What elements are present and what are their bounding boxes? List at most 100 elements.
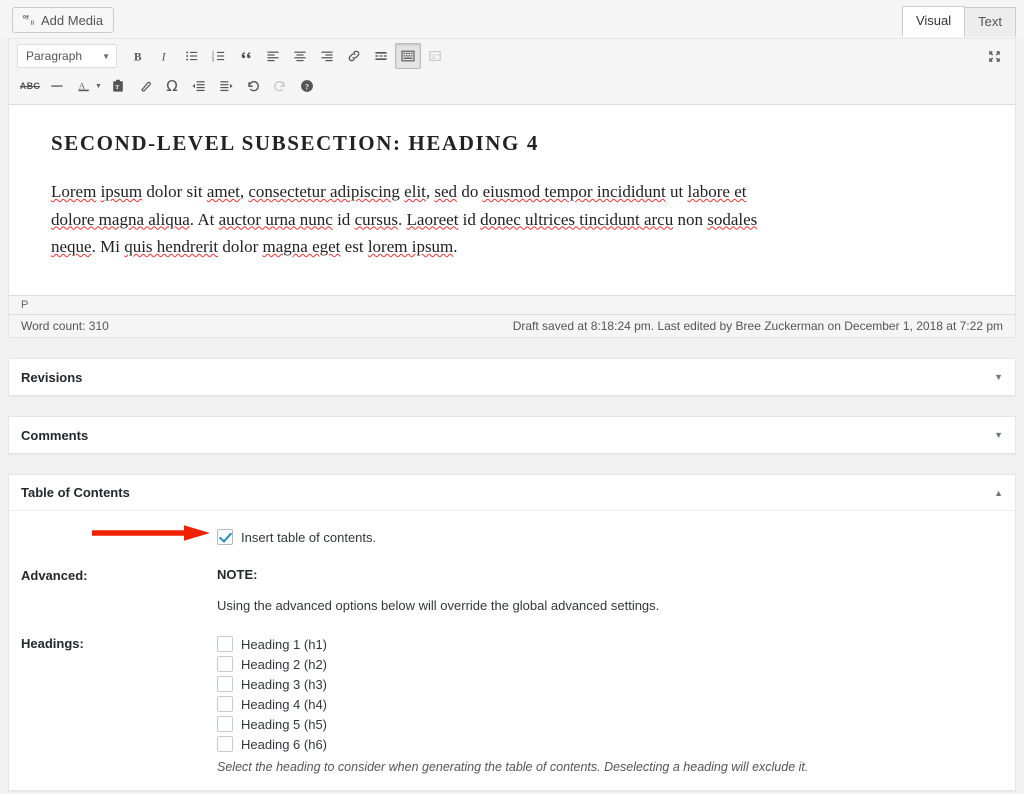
bold-button[interactable]: B <box>125 43 151 69</box>
paragraph-text: dolor sit <box>142 182 207 201</box>
spellcheck-word: elit <box>404 182 426 201</box>
editor-content-area[interactable]: SECOND-LEVEL SUBSECTION: HEADING 4 Lorem… <box>9 105 1015 295</box>
clear-formatting-button[interactable] <box>132 73 158 99</box>
chevron-down-icon[interactable]: ▼ <box>994 372 1003 382</box>
spellcheck-word: consectetur adipiscing <box>248 182 400 201</box>
spellcheck-word: amet <box>206 182 240 201</box>
panel-revisions: Revisions ▼ <box>8 358 1016 396</box>
svg-text:I: I <box>160 51 166 63</box>
panel-comments: Comments ▼ <box>8 416 1016 454</box>
horizontal-line-button[interactable] <box>44 73 70 99</box>
format-select-value: Paragraph <box>26 49 83 63</box>
redo-button[interactable] <box>267 73 293 99</box>
spellcheck-word: magna eget <box>262 237 341 257</box>
insert-toc-checkbox[interactable] <box>217 529 233 545</box>
word-count: Word count: 310 <box>21 319 109 333</box>
heading-checkbox-h1[interactable] <box>217 636 233 652</box>
heading-checkbox-label-h3[interactable]: Heading 3 (h3) <box>241 677 327 692</box>
spellcheck-word: quis hendrerit <box>124 237 219 257</box>
wordpress-post-editor: Add Media Visual Text Paragraph ▼ B I 1 … <box>0 0 1024 794</box>
paste-as-text-button[interactable]: T <box>105 73 131 99</box>
text-color-button[interactable]: A <box>71 73 97 99</box>
align-right-button[interactable] <box>314 43 340 69</box>
svg-text:3: 3 <box>212 58 215 63</box>
heading-checkbox-h2[interactable] <box>217 656 233 672</box>
spellcheck-word: Laoreet <box>406 209 459 229</box>
element-path-value: P <box>21 299 29 311</box>
paragraph-text: ut <box>665 182 688 201</box>
distraction-free-button[interactable] <box>981 43 1007 69</box>
save-status: Draft saved at 8:18:24 pm. Last edited b… <box>512 319 1003 333</box>
editor-mode-tabs: Visual Text <box>901 6 1016 37</box>
heading-option-row: Heading 1 (h1) <box>217 635 1003 653</box>
headings-checkbox-list: Heading 1 (h1) Heading 2 (h2) Heading 3 (h… <box>217 635 1003 753</box>
spellcheck-word: eiusmod tempor incididunt <box>482 182 666 201</box>
heading-checkbox-h6[interactable] <box>217 736 233 752</box>
toolbar-row-1: Paragraph ▼ B I 1 2 3 <box>13 41 1011 71</box>
numbered-list-button[interactable]: 1 2 3 <box>206 43 232 69</box>
undo-button[interactable] <box>240 73 266 99</box>
heading-checkbox-h4[interactable] <box>217 696 233 712</box>
spellcheck-word: lorem ipsum <box>367 237 454 257</box>
align-center-button[interactable] <box>287 43 313 69</box>
paragraph-text: id <box>458 209 481 229</box>
paragraph-text: do <box>457 182 483 201</box>
increase-indent-button[interactable] <box>213 73 239 99</box>
spellcheck-word: ipsum <box>100 182 143 201</box>
svg-text:A: A <box>79 80 86 90</box>
special-character-button[interactable]: Ω <box>159 73 185 99</box>
spellcheck-word: cursus <box>354 209 399 229</box>
chevron-up-icon[interactable]: ▲ <box>994 488 1003 498</box>
media-camera-icon <box>21 13 35 27</box>
decrease-indent-button[interactable] <box>186 73 212 99</box>
insert-toc-label[interactable]: Insert table of contents. <box>241 530 376 545</box>
read-more-button[interactable] <box>368 43 394 69</box>
heading-checkbox-label-h4[interactable]: Heading 4 (h4) <box>241 697 327 712</box>
spellcheck-word: auctor urna nunc <box>218 209 333 229</box>
insert-toc-checkbox-line: Insert table of contents. <box>217 529 1003 545</box>
paragraph-text: est <box>340 237 368 257</box>
keyboard-shortcuts-button[interactable]: ? <box>294 73 320 99</box>
editor-top-bar: Add Media Visual Text <box>0 0 1024 38</box>
heading-checkbox-label-h2[interactable]: Heading 2 (h2) <box>241 657 327 672</box>
panel-table-of-contents-header[interactable]: Table of Contents ▲ <box>9 475 1015 511</box>
panel-revisions-header[interactable]: Revisions ▼ <box>9 359 1015 395</box>
italic-button[interactable]: I <box>152 43 178 69</box>
page-break-button[interactable] <box>422 43 448 69</box>
format-select[interactable]: Paragraph ▼ <box>17 44 117 68</box>
headings-label: Headings: <box>21 636 84 651</box>
tab-text[interactable]: Text <box>964 7 1016 37</box>
heading-option-row: Heading 4 (h4) <box>217 695 1003 713</box>
heading-checkbox-label-h1[interactable]: Heading 1 (h1) <box>241 637 327 652</box>
paragraph-text: . <box>453 237 458 257</box>
document-paragraph: Lorem ipsum dolor sit amet, consectetur … <box>51 178 791 261</box>
align-left-button[interactable] <box>260 43 286 69</box>
field-row-insert-toc: Insert table of contents. <box>21 529 1003 545</box>
bulleted-list-button[interactable] <box>179 43 205 69</box>
svg-text:?: ? <box>305 82 309 91</box>
text-color-chevron-down-icon[interactable]: ▼ <box>95 83 102 90</box>
advanced-note-text: Using the advanced options below will ov… <box>217 598 660 613</box>
field-row-headings: Headings: Heading 1 (h1) Heading 2 (h2) He… <box>21 635 1003 774</box>
heading-checkbox-label-h6[interactable]: Heading 6 (h6) <box>241 737 327 752</box>
panel-revisions-title: Revisions <box>21 369 83 385</box>
add-media-button[interactable]: Add Media <box>12 7 115 33</box>
heading-checkbox-label-h5[interactable]: Heading 5 (h5) <box>241 717 327 732</box>
strikethrough-button[interactable]: ABC <box>17 73 43 99</box>
tab-visual[interactable]: Visual <box>901 6 966 37</box>
advanced-note-title: NOTE: <box>217 567 258 582</box>
spellcheck-word: sed <box>434 182 458 201</box>
blockquote-button[interactable] <box>233 43 259 69</box>
toolbar-toggle-button[interactable] <box>395 43 421 69</box>
panel-table-of-contents: Table of Contents ▲ Insert table of cont… <box>8 474 1016 791</box>
heading-checkbox-h3[interactable] <box>217 676 233 692</box>
element-path-bar: P <box>9 295 1015 314</box>
chevron-down-icon[interactable]: ▼ <box>994 430 1003 440</box>
heading-checkbox-h5[interactable] <box>217 716 233 732</box>
editor-status-bar: Word count: 310 Draft saved at 8:18:24 p… <box>9 314 1015 337</box>
paragraph-text: id <box>332 209 355 229</box>
toolbar-row-2: ABC A ▼ T Ω ? <box>13 71 1011 101</box>
link-button[interactable] <box>341 43 367 69</box>
headings-description: Select the heading to consider when gene… <box>217 760 809 774</box>
panel-comments-header[interactable]: Comments ▼ <box>9 417 1015 453</box>
